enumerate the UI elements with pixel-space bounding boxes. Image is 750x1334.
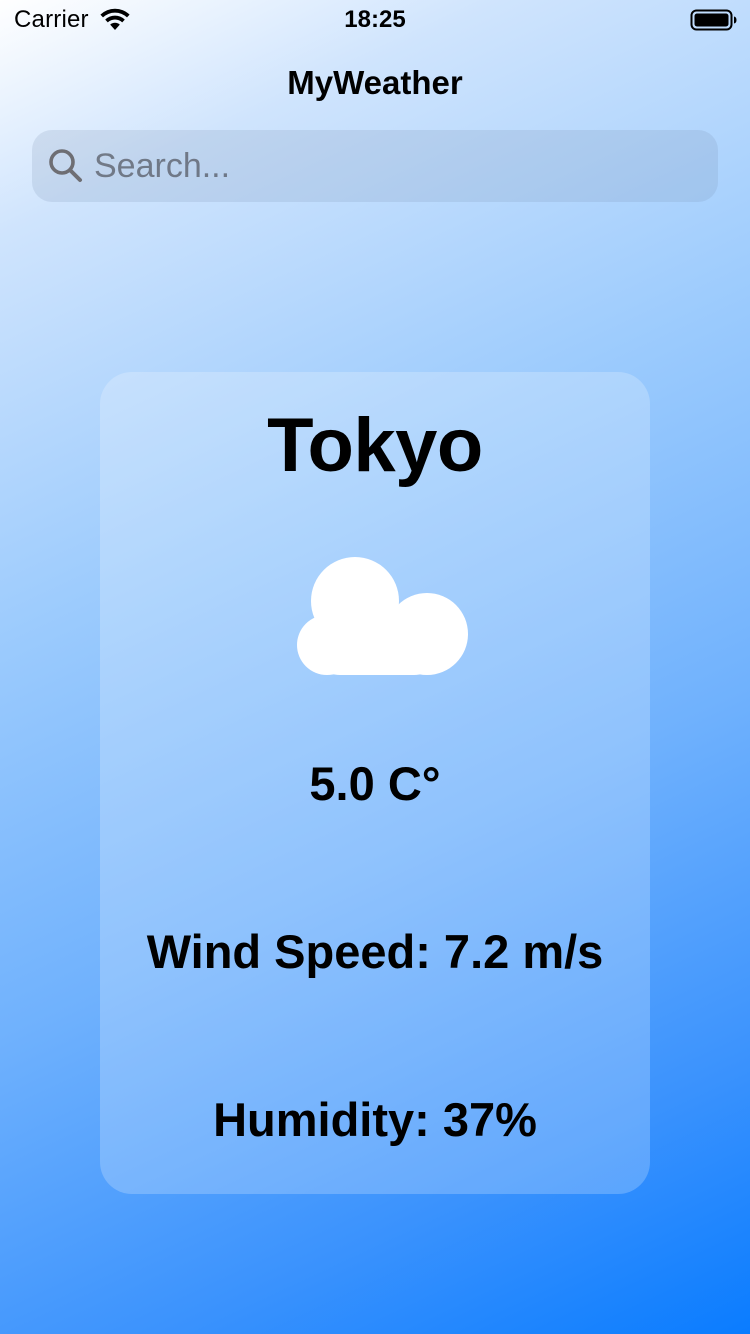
status-bar: Carrier 18:25: [0, 0, 750, 40]
city-name: Tokyo: [267, 403, 483, 488]
temperature-value: 5.0 C°: [309, 757, 441, 810]
search-input[interactable]: [94, 130, 694, 202]
status-time: 18:25: [344, 6, 406, 33]
app-title: MyWeather: [287, 64, 463, 101]
battery-full-icon: [690, 9, 737, 31]
cloud-icon: [297, 557, 468, 675]
wind-speed-value: Wind Speed: 7.2 m/s: [146, 925, 604, 978]
search-bar[interactable]: [32, 130, 718, 202]
magnifying-glass-icon: [49, 149, 82, 182]
humidity-value: Humidity: 37%: [213, 1093, 537, 1146]
